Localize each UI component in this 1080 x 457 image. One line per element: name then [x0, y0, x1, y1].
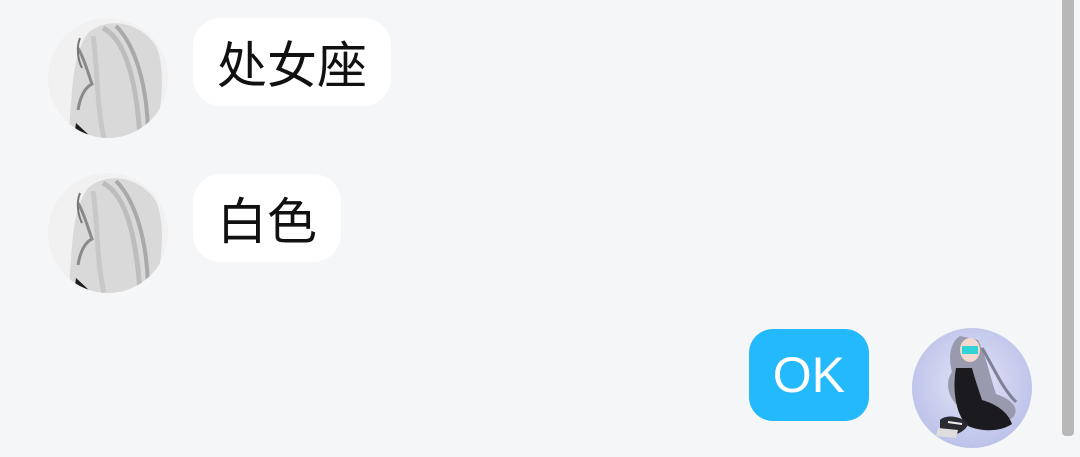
- contact-avatar[interactable]: [48, 18, 168, 138]
- crouching-character-avatar-icon: [912, 328, 1032, 448]
- message-text: OK: [772, 347, 845, 403]
- my-avatar[interactable]: [912, 328, 1032, 448]
- contact-avatar[interactable]: [48, 173, 168, 293]
- chat-message-list: 处女座 白色 OK: [0, 0, 1062, 457]
- outgoing-message-bubble[interactable]: OK: [748, 329, 869, 421]
- grey-haired-character-avatar-icon: [48, 18, 168, 138]
- message-text: 处女座: [217, 37, 367, 95]
- message-text: 白色: [217, 193, 317, 251]
- scrollbar[interactable]: [1062, 0, 1074, 436]
- grey-haired-character-avatar-icon: [48, 173, 168, 293]
- incoming-message-bubble[interactable]: 处女座: [193, 18, 391, 106]
- incoming-message-bubble[interactable]: 白色: [193, 174, 341, 262]
